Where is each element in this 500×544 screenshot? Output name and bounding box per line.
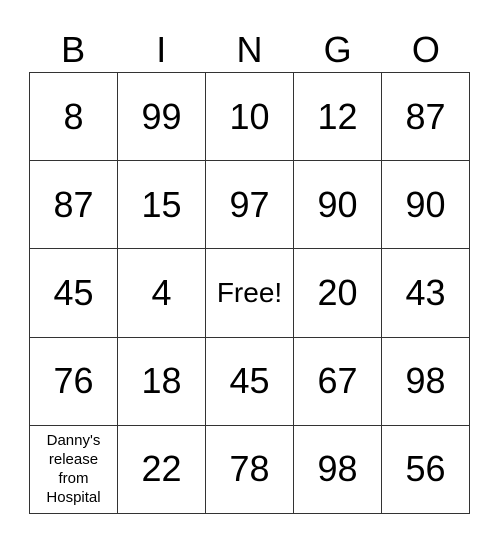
bingo-cell[interactable]: 67 — [294, 337, 382, 426]
bingo-cell[interactable]: 99 — [118, 73, 206, 162]
bingo-cell[interactable]: 12 — [294, 73, 382, 162]
header-letter-n: N — [236, 29, 263, 70]
bingo-cell[interactable]: 90 — [382, 161, 470, 250]
bingo-cell[interactable]: 78 — [206, 425, 294, 514]
bingo-cell[interactable]: 97 — [206, 161, 294, 250]
header-letter-b: B — [61, 29, 86, 70]
bingo-cell[interactable]: 98 — [382, 337, 470, 426]
free-space-cell[interactable]: Free! — [206, 249, 294, 338]
header-letter-i: I — [156, 29, 167, 70]
bingo-cell[interactable]: 87 — [30, 161, 118, 250]
header-letter-o: O — [411, 29, 440, 70]
bingo-cell[interactable]: 10 — [206, 73, 294, 162]
bingo-cell[interactable]: 22 — [118, 425, 206, 514]
bingo-header: B I N G O — [29, 28, 470, 72]
bingo-cell[interactable]: 87 — [382, 73, 470, 162]
bingo-cell[interactable]: 18 — [118, 337, 206, 426]
bingo-cell[interactable]: 45 — [30, 249, 118, 338]
header-letter-g: G — [323, 29, 352, 70]
bingo-cell[interactable]: 43 — [382, 249, 470, 338]
bingo-cell[interactable]: 45 — [206, 337, 294, 426]
bingo-cell[interactable]: 98 — [294, 425, 382, 514]
bingo-cell[interactable]: 8 — [30, 73, 118, 162]
bingo-cell[interactable]: 20 — [294, 249, 382, 338]
bingo-cell[interactable]: 56 — [382, 425, 470, 514]
bingo-grid: 8 99 10 12 87 87 15 97 90 90 45 4 Free! 20 43 76 18 45 67 9… — [29, 72, 470, 514]
bingo-cell[interactable]: 90 — [294, 161, 382, 250]
bingo-cell[interactable]: 76 — [30, 337, 118, 426]
bingo-cell[interactable]: Danny's release from Hospital — [30, 425, 118, 514]
bingo-cell[interactable]: 4 — [118, 249, 206, 338]
bingo-cell[interactable]: 15 — [118, 161, 206, 250]
